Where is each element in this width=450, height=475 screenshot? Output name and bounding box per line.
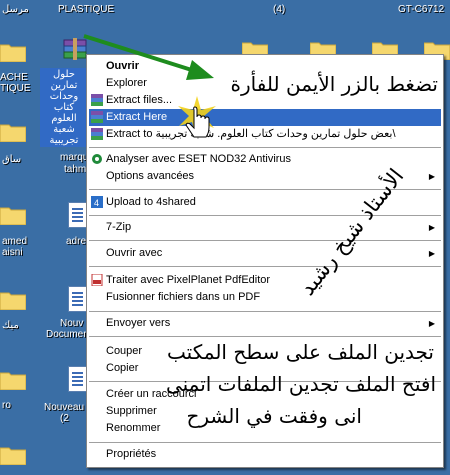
desktop-label-top-2: PLASTIQUE	[58, 4, 115, 15]
menu-separator	[89, 311, 441, 312]
menu-item-label: Couper	[106, 345, 143, 357]
menu-item-label: Supprimer	[106, 405, 157, 417]
folder-icon[interactable]	[0, 205, 26, 225]
annotation-line-2: افتح الملف تجدين الملفات اتمنى	[165, 372, 436, 396]
desktop-label-top-4: GT-C6712	[398, 4, 445, 15]
menu-item-label: Copier	[106, 362, 139, 374]
desktop-icon-label[interactable]: TIQUE	[0, 83, 31, 94]
menu-item-label: Extract to بعض حلول تمارين وحدات كتاب ال…	[106, 128, 396, 140]
menu-item-extract-here[interactable]: Extract Here	[89, 109, 441, 126]
desktop-icon-label[interactable]: ميك	[2, 320, 19, 331]
document-icon[interactable]	[68, 366, 88, 392]
menu-item-envoyer-vers[interactable]: Envoyer vers ▶	[89, 315, 441, 332]
submenu-arrow-icon: ▶	[428, 249, 435, 258]
menu-separator	[89, 147, 441, 148]
menu-item-label: Propriétés	[106, 448, 157, 460]
submenu-arrow-icon: ▶	[428, 223, 435, 232]
menu-item-extract-to[interactable]: Extract to بعض حلول تمارين وحدات كتاب ال…	[89, 126, 441, 143]
folder-icon[interactable]	[0, 445, 26, 465]
winrar-icon	[91, 128, 103, 140]
winrar-icon	[91, 111, 103, 123]
menu-separator	[89, 442, 441, 443]
menu-item-label: Ouvrir avec	[106, 247, 163, 259]
green-arrow-icon	[83, 34, 214, 80]
desktop-icon-label[interactable]: Nouveau	[44, 402, 84, 413]
desktop-label-top-3: (4)	[273, 4, 286, 15]
menu-item-label: Extract Here	[106, 111, 168, 123]
annotation-line-1: تجدين الملف على سطح المكتب	[167, 340, 434, 364]
document-icon[interactable]	[68, 286, 88, 312]
folder-icon[interactable]	[0, 370, 26, 390]
desktop-icon-label[interactable]: ACHE	[0, 72, 28, 83]
menu-item-label: Traiter avec PixelPlanet PdfEditor	[106, 274, 271, 286]
cursor-hand-icon	[178, 96, 216, 138]
annotation-right-click: تضغط بالزر الأيمن للفأرة	[230, 72, 438, 96]
winrar-icon	[91, 94, 103, 106]
submenu-arrow-icon: ▶	[428, 172, 435, 181]
desktop-label-top-1: مرسل	[2, 4, 29, 15]
desktop-icon-label[interactable]: ro	[2, 400, 11, 411]
desktop-icon-label[interactable]: (2	[60, 413, 69, 424]
menu-item-label: Options avancées	[106, 170, 195, 182]
menu-item-label: 7-Zip	[106, 221, 132, 233]
desktop-icon-label[interactable]: Documen	[46, 329, 89, 340]
folder-icon[interactable]	[0, 42, 26, 62]
desktop-icon-label[interactable]: adre	[66, 236, 86, 247]
menu-item-proprietes[interactable]: Propriétés	[89, 446, 441, 463]
menu-item-ouvrir-avec[interactable]: Ouvrir avec ▶	[89, 245, 441, 262]
menu-item-label: Upload to 4shared	[106, 196, 196, 208]
folder-icon[interactable]	[0, 290, 26, 310]
menu-item-label: Analyser avec ESET NOD32 Antivirus	[106, 153, 292, 165]
annotation-line-3: انى وفقت في الشرح	[186, 404, 362, 428]
menu-item-label: Extract files...	[106, 94, 173, 106]
document-icon[interactable]	[68, 202, 88, 228]
eset-icon	[92, 154, 102, 164]
menu-separator	[89, 336, 441, 337]
menu-separator	[89, 266, 441, 267]
svg-text:4: 4	[94, 198, 99, 208]
folder-icon[interactable]	[0, 122, 26, 142]
desktop-icon-label[interactable]: marqu	[60, 152, 88, 163]
menu-item-7zip[interactable]: 7-Zip ▶	[89, 219, 441, 236]
4shared-icon: 4	[91, 196, 103, 208]
desktop-icon-label[interactable]: aisni	[2, 247, 23, 258]
desktop-icon-label[interactable]: ساق	[2, 154, 21, 165]
desktop-icon-label[interactable]: Nouv	[60, 318, 83, 329]
desktop-icon-label[interactable]: amed	[2, 236, 27, 247]
menu-separator	[89, 240, 441, 241]
menu-item-label: Envoyer vers	[106, 317, 171, 329]
pdf-icon	[91, 274, 103, 286]
menu-item-fusionner-pdf[interactable]: Fusionner fichiers dans un PDF	[89, 289, 441, 306]
menu-separator	[89, 215, 441, 216]
menu-item-pixelplanet-pdf[interactable]: Traiter avec PixelPlanet PdfEditor	[89, 272, 441, 289]
menu-item-label: Renommer	[106, 422, 161, 434]
desktop-icon-label[interactable]: tahm	[64, 164, 86, 175]
menu-item-label: Fusionner fichiers dans un PDF	[106, 291, 261, 303]
submenu-arrow-icon: ▶	[428, 319, 435, 328]
